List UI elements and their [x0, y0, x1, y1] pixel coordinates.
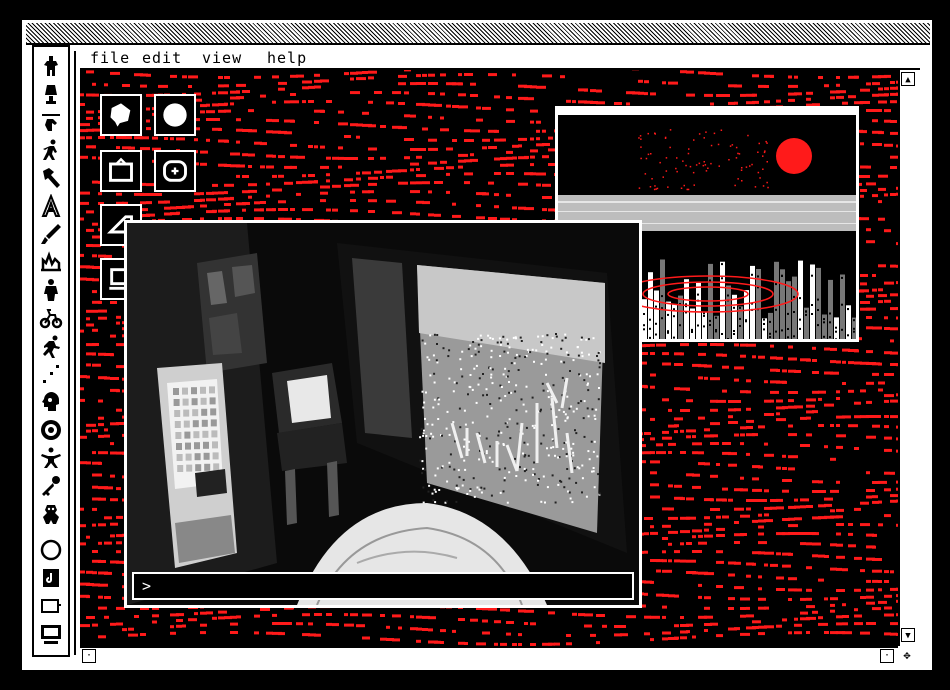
- wave-icon[interactable]: [38, 249, 64, 275]
- circle-icon[interactable]: [38, 537, 64, 563]
- bike-icon[interactable]: [38, 305, 64, 331]
- climb-icon[interactable]: [38, 193, 64, 219]
- monitor-icon[interactable]: [38, 621, 64, 647]
- scroll-up-arrow[interactable]: ▲: [901, 72, 915, 86]
- hand-icon[interactable]: [38, 109, 64, 135]
- tool-palette: [32, 45, 76, 657]
- hammer-icon[interactable]: [38, 165, 64, 191]
- menu-file[interactable]: file: [90, 49, 130, 67]
- resize-corner-icon[interactable]: ✥: [898, 646, 916, 664]
- key-icon[interactable]: [38, 473, 64, 499]
- person-icon[interactable]: [38, 277, 64, 303]
- walk-icon[interactable]: [38, 137, 64, 163]
- note-icon[interactable]: [38, 565, 64, 591]
- scroll-left-arrow[interactable]: ·: [82, 649, 96, 663]
- title-bar[interactable]: [26, 23, 930, 45]
- card-icon[interactable]: [38, 593, 64, 619]
- lamp-icon[interactable]: [38, 81, 64, 107]
- face-icon[interactable]: [38, 417, 64, 443]
- command-prompt: >: [142, 577, 152, 595]
- head-icon[interactable]: [38, 389, 64, 415]
- dance-icon[interactable]: [38, 445, 64, 471]
- desktop-area: [80, 70, 898, 646]
- blob-icon[interactable]: [154, 94, 196, 136]
- brush-icon[interactable]: [38, 221, 64, 247]
- vertical-scrollbar[interactable]: ▲ ▼: [898, 70, 916, 646]
- creature-icon[interactable]: [38, 501, 64, 527]
- run-icon[interactable]: [38, 333, 64, 359]
- menu-help[interactable]: help: [267, 49, 307, 67]
- dots-icon[interactable]: [38, 361, 64, 387]
- disc-icon[interactable]: [154, 150, 196, 192]
- command-input[interactable]: >: [132, 572, 634, 600]
- tv-icon[interactable]: [100, 150, 142, 192]
- menu-bar: file edit view help: [80, 48, 920, 70]
- chat-icon[interactable]: [100, 94, 142, 136]
- scroll-right-arrow[interactable]: ·: [880, 649, 894, 663]
- menu-edit[interactable]: edit: [142, 49, 182, 67]
- menu-view[interactable]: view: [202, 49, 242, 67]
- horizontal-scrollbar[interactable]: · ·: [80, 646, 898, 664]
- room-scene-image: [127, 223, 639, 605]
- scroll-down-arrow[interactable]: ▼: [901, 628, 915, 642]
- figure-icon[interactable]: [38, 53, 64, 79]
- room-scene-window[interactable]: [124, 220, 642, 608]
